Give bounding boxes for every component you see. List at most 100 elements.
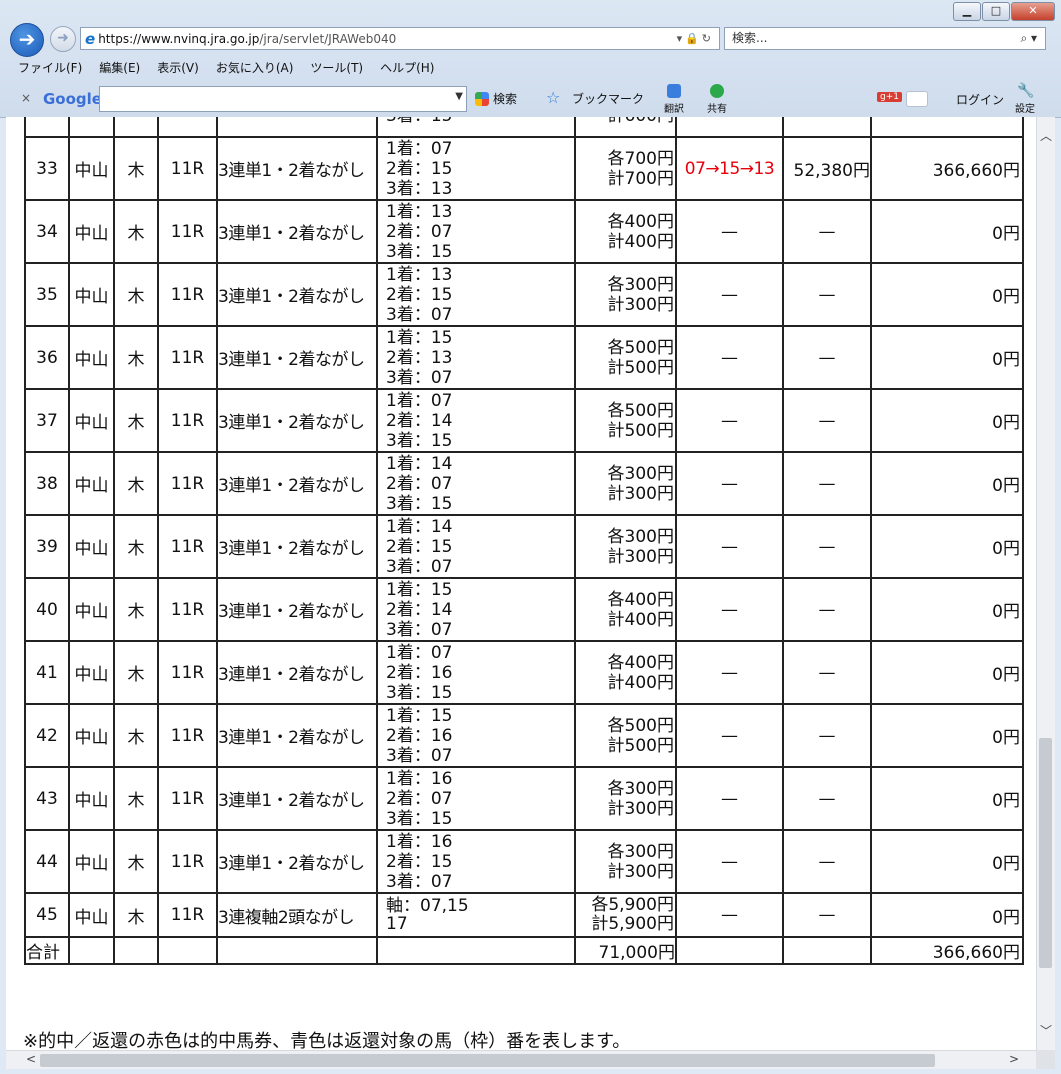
day-cell: 木 [113, 640, 159, 705]
payout-cell: — [782, 388, 872, 453]
minimize-button[interactable]: ▁ [953, 2, 981, 21]
empty-cell [216, 936, 378, 965]
race-cell: 11R [157, 451, 218, 516]
hit-cell: — [675, 892, 784, 938]
page-content: 32中山木11R3連単1・2着ながし2着：133着：15各600円計600円——… [6, 117, 1036, 1050]
amount-line: 各300円 [607, 463, 674, 484]
menu-view[interactable]: 表示(V) [157, 57, 199, 79]
table-row: 37 中山木 11R 3連単1・2着ながし 1着：07 2着：14 3着：15 各500円 計5… [24, 388, 1024, 453]
amount-line: 計400円 [607, 672, 674, 693]
vertical-scroll-thumb[interactable] [1039, 738, 1052, 968]
forward-button[interactable]: ➜ [50, 26, 76, 52]
ie-logo-icon: e [85, 29, 96, 48]
toolbar-close-icon[interactable]: × [21, 91, 31, 105]
translate-button[interactable]: 翻訳 [664, 100, 684, 115]
settings-button[interactable]: 設定 [1015, 100, 1035, 115]
row-number: 43 [24, 766, 70, 831]
selection-cell: 1着：14 2着：15 3着：07 [376, 514, 576, 579]
day-cell: 木 [113, 703, 159, 768]
total-label: 合計 [24, 936, 70, 965]
search-box[interactable]: 検索... ⌕ ▾ [724, 27, 1046, 50]
chevron-down-icon[interactable]: ▼ [455, 91, 463, 102]
menu-favorites[interactable]: お気に入り(A) [216, 57, 294, 79]
hit-cell: — [675, 829, 784, 894]
amount-line: 計500円 [607, 420, 674, 441]
day-cell: 木 [113, 262, 159, 327]
selection-line: 1着：07 [386, 642, 453, 663]
arrow-right-icon: ➜ [57, 30, 69, 46]
row-number: 44 [24, 829, 70, 894]
hit-cell: — [675, 577, 784, 642]
scroll-right-icon[interactable]: > [1009, 1052, 1019, 1066]
day-cell: 木 [113, 514, 159, 579]
venue-cell: 中山 [68, 829, 115, 894]
race-cell: 11R [157, 514, 218, 579]
selection-cell: 1着：07 2着：14 3着：15 [376, 388, 576, 453]
bet-type-cell: 3連単1・2着ながし [216, 388, 378, 453]
google-search-button[interactable]: 検索 [493, 90, 517, 107]
menu-file[interactable]: ファイル(F) [18, 57, 82, 79]
menu-help[interactable]: ヘルプ(H) [380, 57, 434, 79]
menu-tools[interactable]: ツール(T) [310, 57, 363, 79]
selection-cell: 1着：07 2着：16 3着：15 [376, 640, 576, 705]
selection-line: 3着：07 [386, 556, 453, 577]
horizontal-scroll-thumb[interactable] [40, 1054, 935, 1067]
amount-cell: 各300円 計300円 [574, 262, 677, 327]
selection-cell: 1着：16 2着：15 3着：07 [376, 829, 576, 894]
amount-line: 計300円 [607, 483, 674, 504]
address-tools-icons[interactable]: ▾🔒↻ [677, 32, 714, 45]
venue-cell: 中山 [68, 117, 115, 138]
day-cell: 木 [113, 766, 159, 831]
table-row: 32中山木11R3連単1・2着ながし2着：133着：15各600円計600円——… [24, 117, 1024, 138]
hit-cell: — [675, 262, 784, 327]
menu-edit[interactable]: 編集(E) [99, 57, 140, 79]
share-button[interactable]: 共有 [707, 100, 727, 115]
selection-line: 3着：07 [386, 619, 453, 640]
scroll-up-icon[interactable]: ︿ [1040, 127, 1052, 144]
race-cell: 11R [157, 829, 218, 894]
browser-chrome: ▁ □ ✕ ➔ ➜ e https://www.nvinq.jra.go.jp/… [0, 0, 1061, 118]
payout-cell: — [782, 703, 872, 768]
table-row: 41 中山木 11R 3連単1・2着ながし 1着：07 2着：16 3着：15 各400円 計4… [24, 640, 1024, 705]
gplus-button[interactable]: g+1 [877, 92, 902, 102]
payout-cell: — [782, 829, 872, 894]
scroll-down-icon[interactable]: ﹀ [1040, 1022, 1052, 1039]
share-icon [710, 84, 724, 98]
payout-cell: — [782, 117, 872, 138]
selection-line: 1着：14 [386, 453, 453, 474]
total-amount: 71,000円 [574, 936, 677, 965]
selection-line: 2着：15 [386, 536, 453, 557]
address-bar[interactable]: e https://www.nvinq.jra.go.jp/jra/servle… [80, 27, 720, 50]
selection-line: 1着：13 [386, 264, 453, 285]
amount-line: 計300円 [607, 294, 674, 315]
selection-line: 2着：15 [386, 158, 453, 179]
bookmark-button[interactable]: ブックマーク [572, 90, 644, 107]
amount-cell: 各500円 計500円 [574, 325, 677, 390]
bet-type-cell: 3連単1・2着ながし [216, 577, 378, 642]
hit-cell: — [675, 388, 784, 453]
wrench-icon: 🔧 [1017, 83, 1035, 99]
google-search-input[interactable]: ▼ [99, 86, 467, 112]
selection-line: 1着：07 [386, 138, 453, 159]
horizontal-scrollbar[interactable]: < > [6, 1050, 1036, 1069]
venue-cell: 中山 [68, 262, 115, 327]
refund-cell: 0円 [870, 577, 1024, 642]
selection-line: 3着：07 [386, 871, 453, 892]
bet-type-cell: 3連単1・2着ながし [216, 136, 378, 201]
refund-cell: 0円 [870, 514, 1024, 579]
bet-type-cell: 3連単1・2着ながし [216, 262, 378, 327]
race-cell: 11R [157, 262, 218, 327]
back-button[interactable]: ➔ [10, 23, 44, 57]
url-text[interactable]: https://www.nvinq.jra.go.jp/jra/servlet/… [98, 32, 676, 46]
login-button[interactable]: ログイン [956, 91, 1004, 108]
refund-cell: 0円 [870, 388, 1024, 453]
amount-cell: 各400円 計400円 [574, 577, 677, 642]
close-window-button[interactable]: ✕ [1011, 2, 1055, 21]
amount-line: 各5,900円 [591, 895, 674, 915]
search-icon[interactable]: ⌕ ▾ [1020, 28, 1037, 49]
vertical-scrollbar[interactable]: ︿ ﹀ [1036, 117, 1055, 1050]
table-row: 42 中山木 11R 3連単1・2着ながし 1着：15 2着：16 3着：07 各500円 計5… [24, 703, 1024, 768]
total-refund: 366,660円 [870, 936, 1024, 965]
scroll-left-icon[interactable]: < [26, 1052, 36, 1066]
maximize-button[interactable]: □ [982, 2, 1010, 21]
